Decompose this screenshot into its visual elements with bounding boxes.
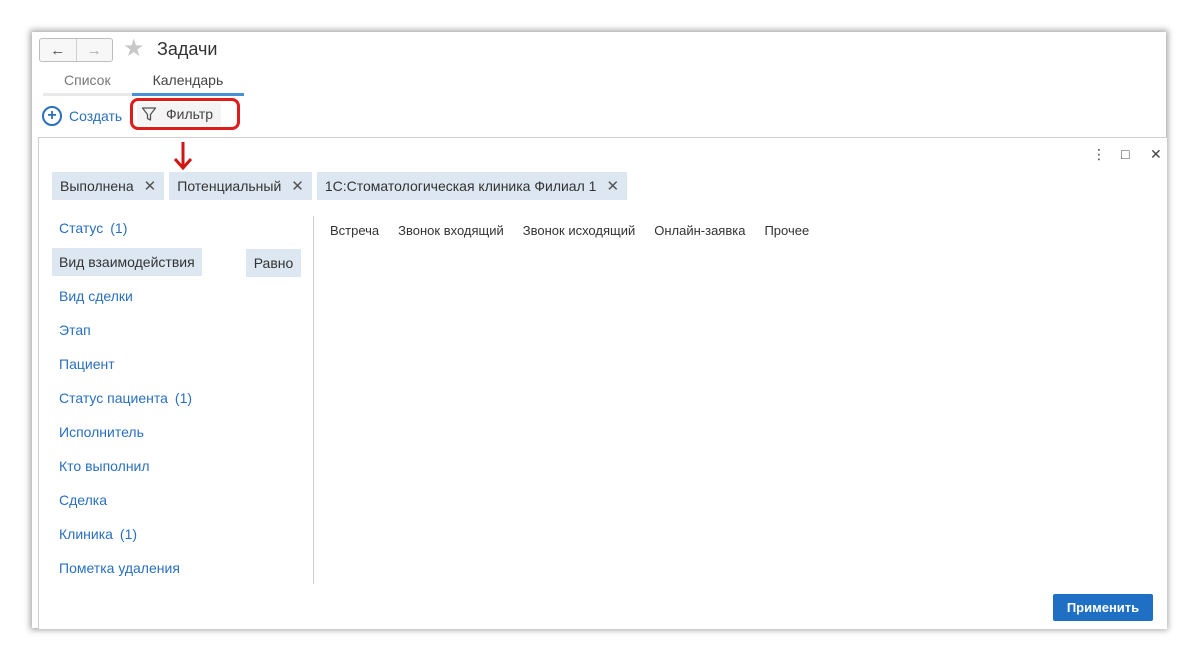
value-options: Встреча Звонок входящий Звонок исходящий… [330,223,828,238]
filter-panel: ⋮ □ ✕ Выполнена ✕ Потенциальный ✕ 1С:Сто… [38,137,1167,629]
field-label: Вид взаимодействия [59,254,195,270]
field-interaction-type[interactable]: Вид взаимодействия [52,248,202,276]
field-stage[interactable]: Этап [52,316,98,344]
filter-label: Фильтр [166,106,214,122]
filter-chip[interactable]: Выполнена ✕ [52,172,165,200]
plus-circle-icon: + [42,106,62,126]
field-count: (1) [174,390,193,406]
tab-calendar[interactable]: Календарь [131,72,245,96]
field-count: (1) [119,526,138,542]
field-patient[interactable]: Пациент [52,350,122,378]
value-option[interactable]: Звонок входящий [398,223,504,238]
field-patient-status[interactable]: Статус пациента (1) [52,384,199,412]
history-nav: ← → [39,38,113,62]
field-label: Кто выполнил [59,458,150,474]
field-deletion-mark[interactable]: Пометка удаления [52,554,187,582]
close-icon[interactable]: ✕ [144,177,157,195]
field-label: Этап [59,322,91,338]
apply-button[interactable]: Применить [1053,594,1153,621]
arrow-right-icon: → [86,41,102,59]
filter-chip[interactable]: Потенциальный ✕ [169,172,312,200]
field-label: Статус пациента [59,390,168,406]
value-option[interactable]: Встреча [330,223,379,238]
value-option[interactable]: Онлайн-заявка [654,223,745,238]
field-label: Исполнитель [59,424,144,440]
field-label: Клиника [59,526,113,542]
chip-label: 1С:Стоматологическая клиника Филиал 1 [324,178,597,194]
field-label: Пометка удаления [59,560,180,576]
close-icon[interactable]: ✕ [1150,146,1162,163]
field-label: Пациент [59,356,115,372]
close-icon[interactable]: ✕ [291,177,304,195]
maximize-icon[interactable]: □ [1121,146,1129,162]
favorite-star-icon[interactable]: ★ [123,36,145,60]
field-count: (1) [110,220,128,236]
field-deal[interactable]: Сделка [52,486,114,514]
comparison-selector[interactable]: Равно [246,249,301,277]
field-clinic[interactable]: Клиника (1) [52,520,144,548]
field-completed-by[interactable]: Кто выполнил [52,452,157,480]
forward-button[interactable]: → [75,39,113,61]
view-tabs: Список Календарь [43,72,245,96]
arrow-down-icon [173,142,193,171]
more-menu-icon[interactable]: ⋮ [1092,146,1106,163]
field-status[interactable]: Статус (1) [52,214,134,242]
page-title: Задачи [157,39,218,59]
field-deal-type[interactable]: Вид сделки [52,282,140,310]
value-option[interactable]: Прочее [764,223,809,238]
tasks-window: ← → ★ Задачи Список Календарь + Создать … [32,32,1167,629]
chip-label: Выполнена [60,178,134,194]
value-option[interactable]: Звонок исходящий [523,223,635,238]
filter-button[interactable]: Фильтр [137,103,222,125]
funnel-icon [141,107,157,121]
field-label: Сделка [59,492,107,508]
filter-chip[interactable]: 1С:Стоматологическая клиника Филиал 1 ✕ [316,172,628,200]
active-filter-chips: Выполнена ✕ Потенциальный ✕ 1С:Стоматоло… [52,172,632,200]
create-label: Создать [69,108,123,124]
field-label: Статус [59,220,104,236]
chip-label: Потенциальный [177,178,282,194]
field-assignee[interactable]: Исполнитель [52,418,151,446]
back-button[interactable]: ← [40,39,76,61]
field-label: Вид сделки [59,288,133,304]
arrow-left-icon: ← [50,41,66,59]
create-button[interactable]: + Создать [42,106,122,126]
close-icon[interactable]: ✕ [606,177,619,195]
tab-list[interactable]: Список [43,72,132,96]
column-divider [313,216,314,584]
